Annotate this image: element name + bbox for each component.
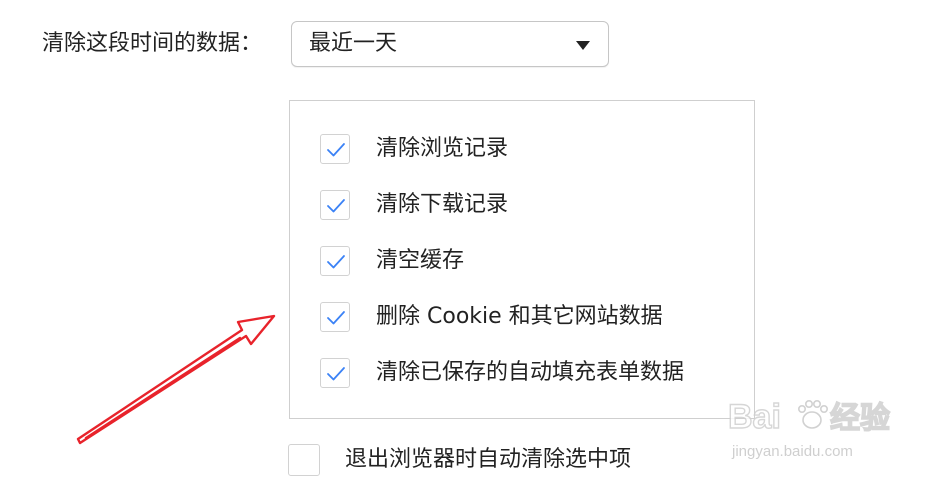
svg-text:经验: 经验	[830, 401, 890, 435]
clear-data-panel: 清除这段时间的数据： 最近一天 清除浏览记录 清除下载记录 清空缓存 删除 Co…	[0, 0, 944, 482]
watermark-url: jingyan.baidu.com	[731, 443, 853, 460]
svg-text:Bai: Bai	[728, 398, 781, 436]
baidu-jingyan-watermark: Bai 经验 jingyan.baidu.com	[727, 397, 890, 460]
